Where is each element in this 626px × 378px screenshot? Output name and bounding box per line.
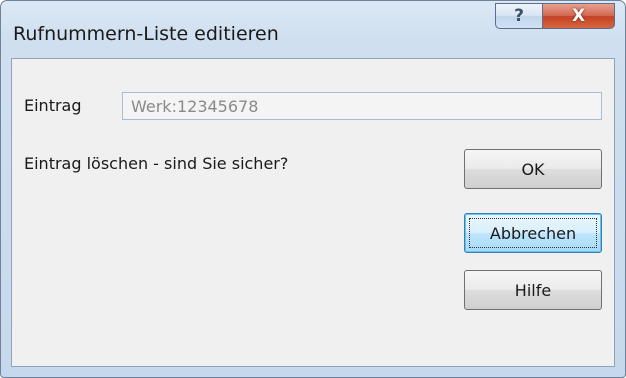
ok-button-label: OK <box>521 159 545 179</box>
help-button-label: Hilfe <box>514 280 552 300</box>
title-close-button[interactable]: X <box>543 3 615 29</box>
window-title: Rufnummern-Liste editieren <box>13 23 279 45</box>
title-help-button[interactable]: ? <box>495 3 543 29</box>
entry-field[interactable] <box>122 92 602 120</box>
entry-label: Eintrag <box>24 96 82 115</box>
dialog-window: Rufnummern-Liste editieren ? X Eintrag E… <box>0 0 626 378</box>
dialog-content: Eintrag Eintrag löschen - sind Sie siche… <box>11 58 615 367</box>
help-button[interactable]: Hilfe <box>464 270 602 310</box>
ok-button[interactable]: OK <box>464 149 602 189</box>
cancel-button[interactable]: Abbrechen <box>464 213 602 253</box>
close-icon: X <box>571 5 586 26</box>
cancel-button-label: Abbrechen <box>489 223 577 243</box>
question-mark-icon: ? <box>514 5 524 26</box>
confirmation-question: Eintrag löschen - sind Sie sicher? <box>24 154 289 173</box>
title-bar[interactable]: Rufnummern-Liste editieren ? X <box>1 1 625 53</box>
